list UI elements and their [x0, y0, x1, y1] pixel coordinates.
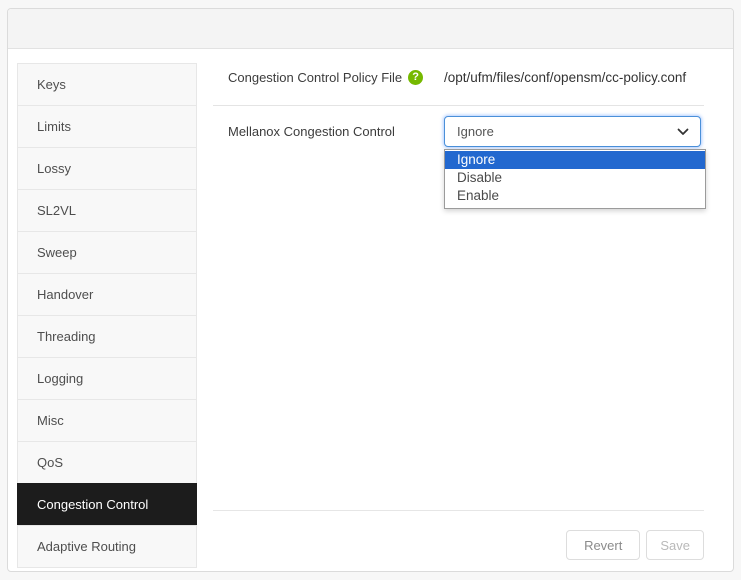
panel-header	[8, 9, 733, 49]
chevron-down-icon	[677, 128, 689, 136]
sidebar-item-handover[interactable]: Handover	[17, 273, 197, 316]
revert-button[interactable]: Revert	[566, 530, 640, 560]
policy-file-label: Congestion Control Policy File ?	[228, 70, 444, 85]
mellanox-congestion-control-row: Mellanox Congestion Control Ignore Ignor…	[213, 106, 704, 147]
settings-sidebar: Keys Limits Lossy SL2VL Sweep Handover T…	[17, 63, 197, 568]
congestion-control-form: Congestion Control Policy File ? /opt/uf…	[213, 49, 704, 147]
help-question-icon[interactable]: ?	[408, 70, 423, 85]
congestion-control-selected-value: Ignore	[457, 124, 494, 139]
policy-file-value: /opt/ufm/files/conf/opensm/cc-policy.con…	[444, 70, 686, 85]
sidebar-item-sl2vl[interactable]: SL2VL	[17, 189, 197, 232]
mellanox-congestion-control-label-text: Mellanox Congestion Control	[228, 124, 395, 139]
sidebar-item-limits[interactable]: Limits	[17, 105, 197, 148]
dropdown-option-enable[interactable]: Enable	[445, 187, 705, 205]
sidebar-item-sweep[interactable]: Sweep	[17, 231, 197, 274]
sidebar-item-adaptive-routing[interactable]: Adaptive Routing	[17, 525, 197, 568]
sidebar-item-keys[interactable]: Keys	[17, 63, 197, 106]
save-button[interactable]: Save	[646, 530, 704, 560]
dropdown-option-disable[interactable]: Disable	[445, 169, 705, 187]
sidebar-item-threading[interactable]: Threading	[17, 315, 197, 358]
dropdown-option-ignore[interactable]: Ignore	[445, 151, 705, 169]
sidebar-item-qos[interactable]: QoS	[17, 441, 197, 484]
congestion-control-select-wrap: Ignore Ignore Disable Enable	[444, 116, 701, 147]
form-footer: Revert Save	[213, 510, 704, 560]
sidebar-item-logging[interactable]: Logging	[17, 357, 197, 400]
sidebar-item-congestion-control[interactable]: Congestion Control	[17, 483, 197, 526]
policy-file-label-text: Congestion Control Policy File	[228, 70, 402, 85]
congestion-control-dropdown: Ignore Disable Enable	[444, 149, 706, 209]
settings-panel: Keys Limits Lossy SL2VL Sweep Handover T…	[7, 8, 734, 572]
sidebar-item-misc[interactable]: Misc	[17, 399, 197, 442]
congestion-control-select[interactable]: Ignore	[444, 116, 701, 147]
mellanox-congestion-control-label: Mellanox Congestion Control	[228, 124, 444, 139]
sidebar-item-lossy[interactable]: Lossy	[17, 147, 197, 190]
policy-file-row: Congestion Control Policy File ? /opt/uf…	[213, 49, 704, 106]
